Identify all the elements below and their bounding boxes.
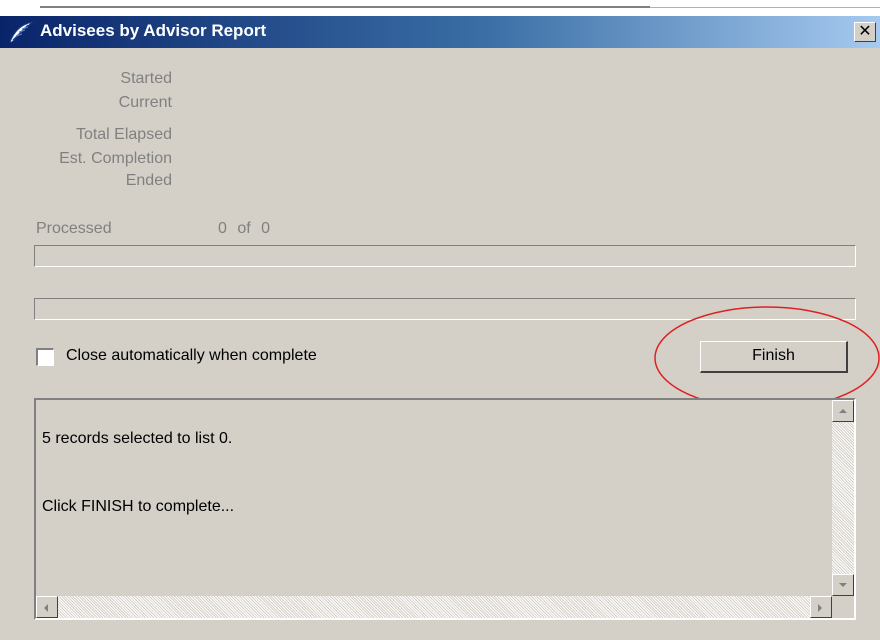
est-completion-label: Est. Completion (59, 150, 172, 167)
horizontal-scrollbar[interactable] (36, 596, 832, 618)
close-automatically-checkbox[interactable] (36, 348, 54, 366)
scroll-down-button[interactable] (832, 574, 854, 596)
step-progress-bar (34, 298, 856, 320)
arrow-up-icon (839, 409, 847, 413)
processed-count: 0 of 0 (218, 220, 271, 237)
feather-app-icon (8, 20, 34, 44)
window-title: Advisees by Advisor Report (40, 21, 267, 40)
background-window-edge (0, 0, 880, 16)
title-bar[interactable]: Advisees by Advisor Report ✕ (0, 16, 880, 48)
scroll-left-button[interactable] (36, 596, 58, 618)
log-output-box[interactable]: 5 records selected to list 0. Click FINI… (34, 398, 856, 620)
processed-label: Processed (36, 220, 112, 237)
arrow-down-icon (839, 583, 847, 587)
background-divider (40, 6, 650, 8)
vertical-scrollbar[interactable] (832, 400, 854, 596)
total-elapsed-label: Total Elapsed (75, 126, 172, 143)
log-line: 5 records selected to list 0. (42, 430, 233, 447)
arrow-left-icon (44, 604, 48, 612)
background-divider-2 (650, 7, 880, 8)
finish-button[interactable]: Finish (700, 341, 848, 373)
close-icon: ✕ (858, 23, 872, 40)
started-label: Started (120, 70, 172, 87)
scroll-up-button[interactable] (832, 400, 854, 422)
close-automatically-label[interactable]: Close automatically when complete (66, 347, 317, 365)
report-dialog: Advisees by Advisor Report ✕ Started Cur… (0, 0, 880, 640)
log-line: Click FINISH to complete... (42, 498, 235, 515)
overall-progress-bar (34, 245, 856, 267)
scroll-right-button[interactable] (810, 596, 832, 618)
close-button[interactable]: ✕ (854, 22, 876, 42)
arrow-right-icon (818, 604, 822, 612)
current-label: Current (118, 94, 172, 111)
scrollbar-corner (832, 596, 854, 618)
ended-label: Ended (125, 172, 172, 189)
